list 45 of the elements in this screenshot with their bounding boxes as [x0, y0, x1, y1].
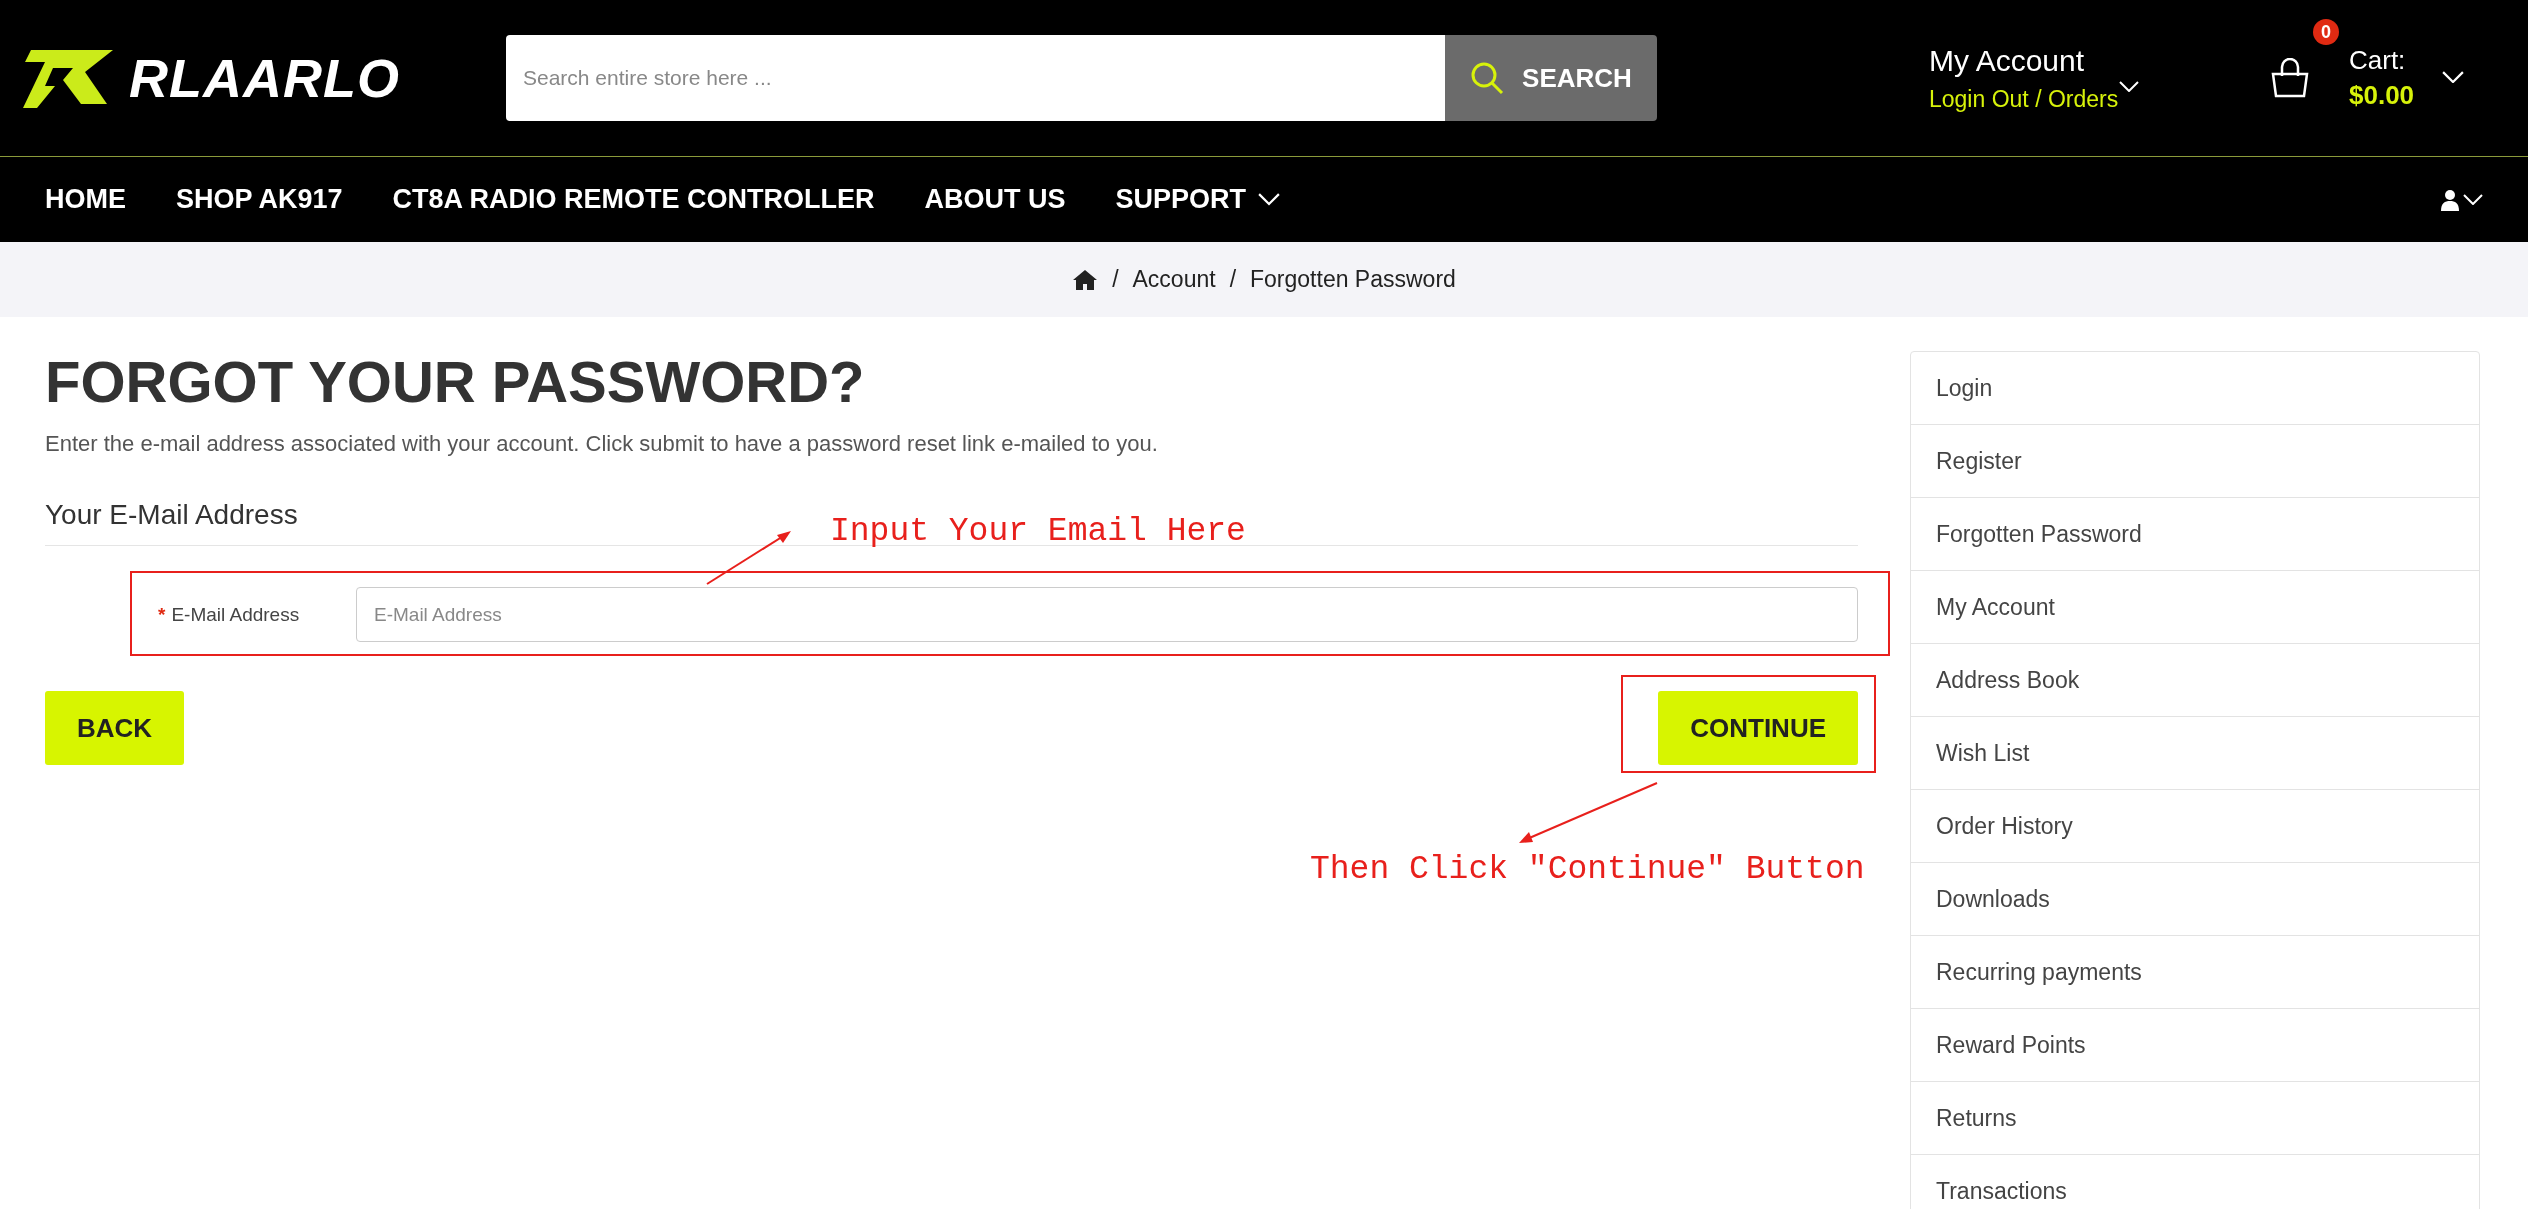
home-icon[interactable]	[1072, 268, 1099, 291]
breadcrumb-link[interactable]: Account	[1132, 266, 1216, 293]
intro-text: Enter the e-mail address associated with your account. Click submit to have a password reset link e-mailed to you.	[45, 431, 1159, 457]
chevron-down-icon	[2442, 70, 2465, 83]
field-label: * E-Mail Address	[158, 603, 301, 626]
account-menu-link[interactable]: Transactions	[1911, 1155, 2479, 1209]
search-icon	[1470, 61, 1505, 95]
nav-link[interactable]: CT8A RADIO REMOTE CONTROLLER	[392, 184, 875, 215]
account-menu-link[interactable]: Address Book	[1911, 644, 2479, 717]
cart-count-badge: 0	[2313, 19, 2339, 45]
nav-link[interactable]: ABOUT US	[924, 184, 1066, 215]
account-menu-link[interactable]: My Account	[1911, 571, 2479, 644]
cart-label: Cart:	[2349, 45, 2407, 76]
breadcrumb-link[interactable]: Forgotten Password	[1250, 266, 1456, 293]
chevron-down-icon	[2119, 80, 2139, 92]
account-menu-link[interactable]: Register	[1911, 425, 2479, 498]
email-input-field[interactable]: E-Mail Address	[356, 587, 1858, 642]
back-button[interactable]: BACK	[45, 691, 185, 765]
nav-link[interactable]: SHOP AK917	[176, 184, 343, 215]
account-menu-link[interactable]: Recurring payments	[1911, 936, 2479, 1009]
account-title[interactable]: My Account	[1929, 43, 2129, 78]
account-menu-link[interactable]: Login	[1911, 352, 2479, 425]
search-field[interactable]: Search entire store here ...	[506, 35, 1445, 121]
account-menu-link[interactable]: Downloads	[1911, 863, 2479, 936]
annotation-text: Then Click "Continue" Button	[1310, 851, 1865, 888]
page-title: FORGOT YOUR PASSWORD?	[45, 350, 866, 414]
account-menu-link[interactable]: Returns	[1911, 1082, 2479, 1155]
continue-button[interactable]: CONTINUE	[1658, 691, 1858, 765]
account-menu-link[interactable]: Order History	[1911, 790, 2479, 863]
nav-link[interactable]: SUPPORT	[1115, 184, 1281, 215]
logo-text[interactable]: RLAARLO	[129, 47, 400, 109]
cart-total: $0.00	[2349, 80, 2415, 111]
account-menu-link[interactable]: Wish List	[1911, 717, 2479, 790]
user-icon[interactable]	[2441, 188, 2459, 211]
nav-link[interactable]: HOME	[45, 184, 126, 215]
account-menu-link[interactable]: Forgotten Password	[1911, 498, 2479, 571]
chevron-down-icon	[1258, 193, 1281, 206]
account-menu-link[interactable]: Reward Points	[1911, 1009, 2479, 1082]
breadcrumb-separator: /	[1229, 266, 1237, 293]
shopping-bag-icon[interactable]	[2269, 58, 2311, 98]
chevron-down-icon	[2463, 194, 2483, 205]
breadcrumb-separator: /	[1112, 266, 1119, 293]
account-links[interactable]: Login Out / Orders	[1929, 85, 2129, 113]
annotation-text: Input Your Email Here	[830, 513, 1246, 550]
search-button[interactable]: SEARCH	[1445, 35, 1657, 121]
